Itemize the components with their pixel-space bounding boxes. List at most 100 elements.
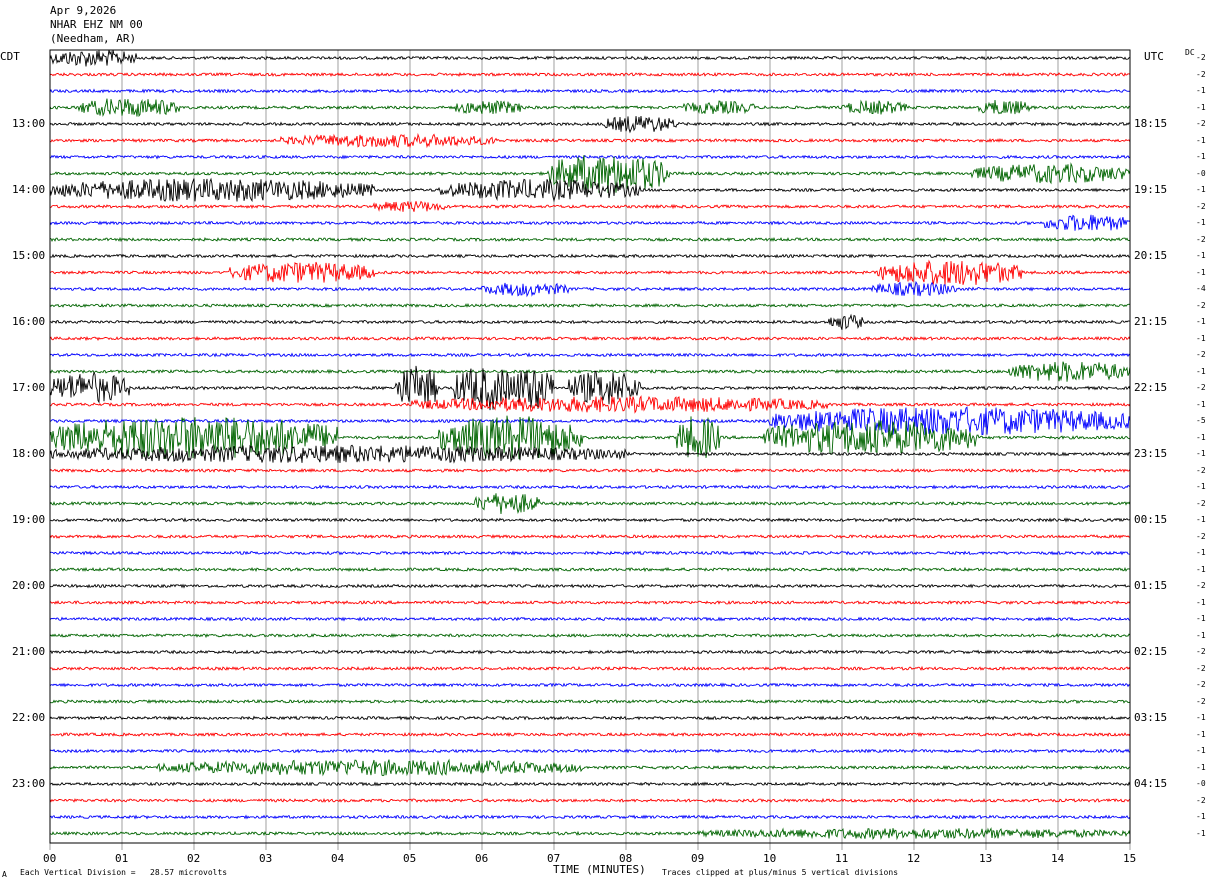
right-hour-label: 21:15 xyxy=(1134,315,1168,328)
x-tick-label: 14 xyxy=(1051,852,1065,865)
right-hour-label: 18:15 xyxy=(1134,117,1168,130)
dc-offset-label: -1 xyxy=(1196,135,1206,145)
trace-row-38 xyxy=(49,682,1131,688)
trace-row-2 xyxy=(49,88,1131,94)
trace-row-41 xyxy=(49,731,1131,738)
dc-offset-label: -2 xyxy=(1196,53,1206,62)
trace-row-43 xyxy=(49,758,1131,777)
footer-mark: A xyxy=(2,870,7,879)
left-hour-label: 21:00 xyxy=(12,645,46,658)
x-tick-label: 09 xyxy=(691,852,705,865)
dc-offset-label: -2 xyxy=(1196,201,1206,211)
trace-row-27 xyxy=(49,493,1131,514)
dc-offset-label: -2 xyxy=(1196,350,1206,359)
dc-offset-label: -1 xyxy=(1196,746,1206,755)
header-date: Apr 9,2026 xyxy=(50,4,117,17)
seismogram-plot xyxy=(49,49,1131,850)
x-tick-label: 01 xyxy=(115,852,129,865)
x-axis-label: TIME (MINUTES) xyxy=(553,863,646,876)
dc-offset-label: -1 xyxy=(1196,267,1206,277)
trace-row-1 xyxy=(49,71,1131,78)
trace-row-37 xyxy=(49,665,1131,671)
trace-row-28 xyxy=(50,517,1131,523)
dc-offset-label: -2 xyxy=(1196,300,1206,310)
dc-offset-label: -1 xyxy=(1196,102,1206,112)
dc-offset-label: -2 xyxy=(1196,69,1206,79)
x-tick-label: 05 xyxy=(403,852,417,865)
dc-offset-label: -2 xyxy=(1196,234,1206,244)
dc-offset-label: -1 xyxy=(1196,482,1206,491)
x-tick-label: 02 xyxy=(187,852,201,865)
trace-row-29 xyxy=(49,533,1131,539)
dc-offset-label: -1 xyxy=(1196,630,1206,640)
trace-row-25 xyxy=(49,467,1131,474)
dc-offset-label: -2 xyxy=(1196,663,1206,673)
right-timezone-label: UTC xyxy=(1144,50,1164,63)
dc-offset-label: -2 xyxy=(1196,795,1206,805)
dc-label: DC xyxy=(1185,48,1195,57)
x-tick-label: 10 xyxy=(763,852,777,865)
trace-row-36 xyxy=(49,649,1131,655)
right-hour-label: 04:15 xyxy=(1134,777,1168,790)
trace-row-3 xyxy=(49,98,1131,118)
trace-row-39 xyxy=(49,698,1131,705)
left-hour-label: 22:00 xyxy=(12,711,46,724)
footer-clip-note: Traces clipped at plus/minus 5 vertical … xyxy=(662,868,899,877)
left-hour-label: 20:00 xyxy=(12,579,46,592)
dc-offset-label: -1 xyxy=(1196,317,1206,326)
dc-offset-label: -1 xyxy=(1196,713,1206,722)
left-hour-label: 17:00 xyxy=(12,381,46,394)
dc-offset-label: -1 xyxy=(1196,251,1206,260)
left-hour-label: 14:00 xyxy=(12,183,46,196)
dc-offset-label: -1 xyxy=(1196,614,1206,623)
trace-row-5 xyxy=(49,132,1131,149)
trace-row-6 xyxy=(49,154,1131,160)
trace-row-19 xyxy=(49,361,1131,382)
dc-offset-label: -1 xyxy=(1196,449,1206,458)
right-hour-label: 20:15 xyxy=(1134,249,1168,262)
dc-offset-label: -1 xyxy=(1196,564,1206,574)
dc-offset-label: -1 xyxy=(1196,515,1206,524)
x-tick-label: 15 xyxy=(1123,852,1137,865)
dc-offset-label: -1 xyxy=(1196,548,1206,557)
footer-scale-note: Each Vertical Division = 28.57 microvolt… xyxy=(20,868,228,877)
x-tick-label: 13 xyxy=(979,852,993,865)
trace-row-31 xyxy=(49,566,1130,573)
right-hour-label: 02:15 xyxy=(1134,645,1168,658)
trace-row-10 xyxy=(49,214,1131,231)
dc-offset-label: -1 xyxy=(1196,399,1206,409)
trace-row-4 xyxy=(49,115,1131,134)
trace-row-47 xyxy=(49,827,1131,841)
trace-row-26 xyxy=(49,484,1131,490)
dc-offset-label: -1 xyxy=(1196,218,1206,227)
right-hour-label: 03:15 xyxy=(1134,711,1168,724)
x-tick-label: 03 xyxy=(259,852,273,865)
dc-offset-label: -1 xyxy=(1196,152,1206,161)
dc-offset-label: -1 xyxy=(1196,762,1206,772)
left-hour-label: 23:00 xyxy=(12,777,46,790)
dc-offset-label: -2 xyxy=(1196,647,1206,656)
dc-offset-label: -1 xyxy=(1196,729,1206,739)
left-hour-label: 13:00 xyxy=(12,117,46,130)
x-tick-label: 00 xyxy=(43,852,57,865)
dc-offset-label: -1 xyxy=(1196,812,1206,821)
header-location: (Needham, AR) xyxy=(50,32,137,45)
trace-row-12 xyxy=(49,253,1131,259)
dc-offset-label: -2 xyxy=(1196,119,1206,128)
right-hour-label: 22:15 xyxy=(1134,381,1168,394)
header-station: NHAR EHZ NM 00 xyxy=(50,18,143,31)
dc-offset-label: -1 xyxy=(1196,432,1206,442)
x-tick-label: 04 xyxy=(331,852,345,865)
right-hour-label: 01:15 xyxy=(1134,579,1168,592)
trace-row-11 xyxy=(49,236,1131,243)
trace-row-9 xyxy=(49,200,1131,212)
right-hour-label: 23:15 xyxy=(1134,447,1168,460)
dc-offset-label: -2 xyxy=(1196,696,1206,706)
left-hour-label: 16:00 xyxy=(12,315,46,328)
trace-row-44 xyxy=(49,781,1131,787)
dc-offset-label: -1 xyxy=(1196,86,1206,95)
trace-row-33 xyxy=(49,599,1131,605)
trace-row-42 xyxy=(49,748,1131,754)
trace-row-35 xyxy=(49,632,1131,639)
trace-row-17 xyxy=(49,335,1131,342)
